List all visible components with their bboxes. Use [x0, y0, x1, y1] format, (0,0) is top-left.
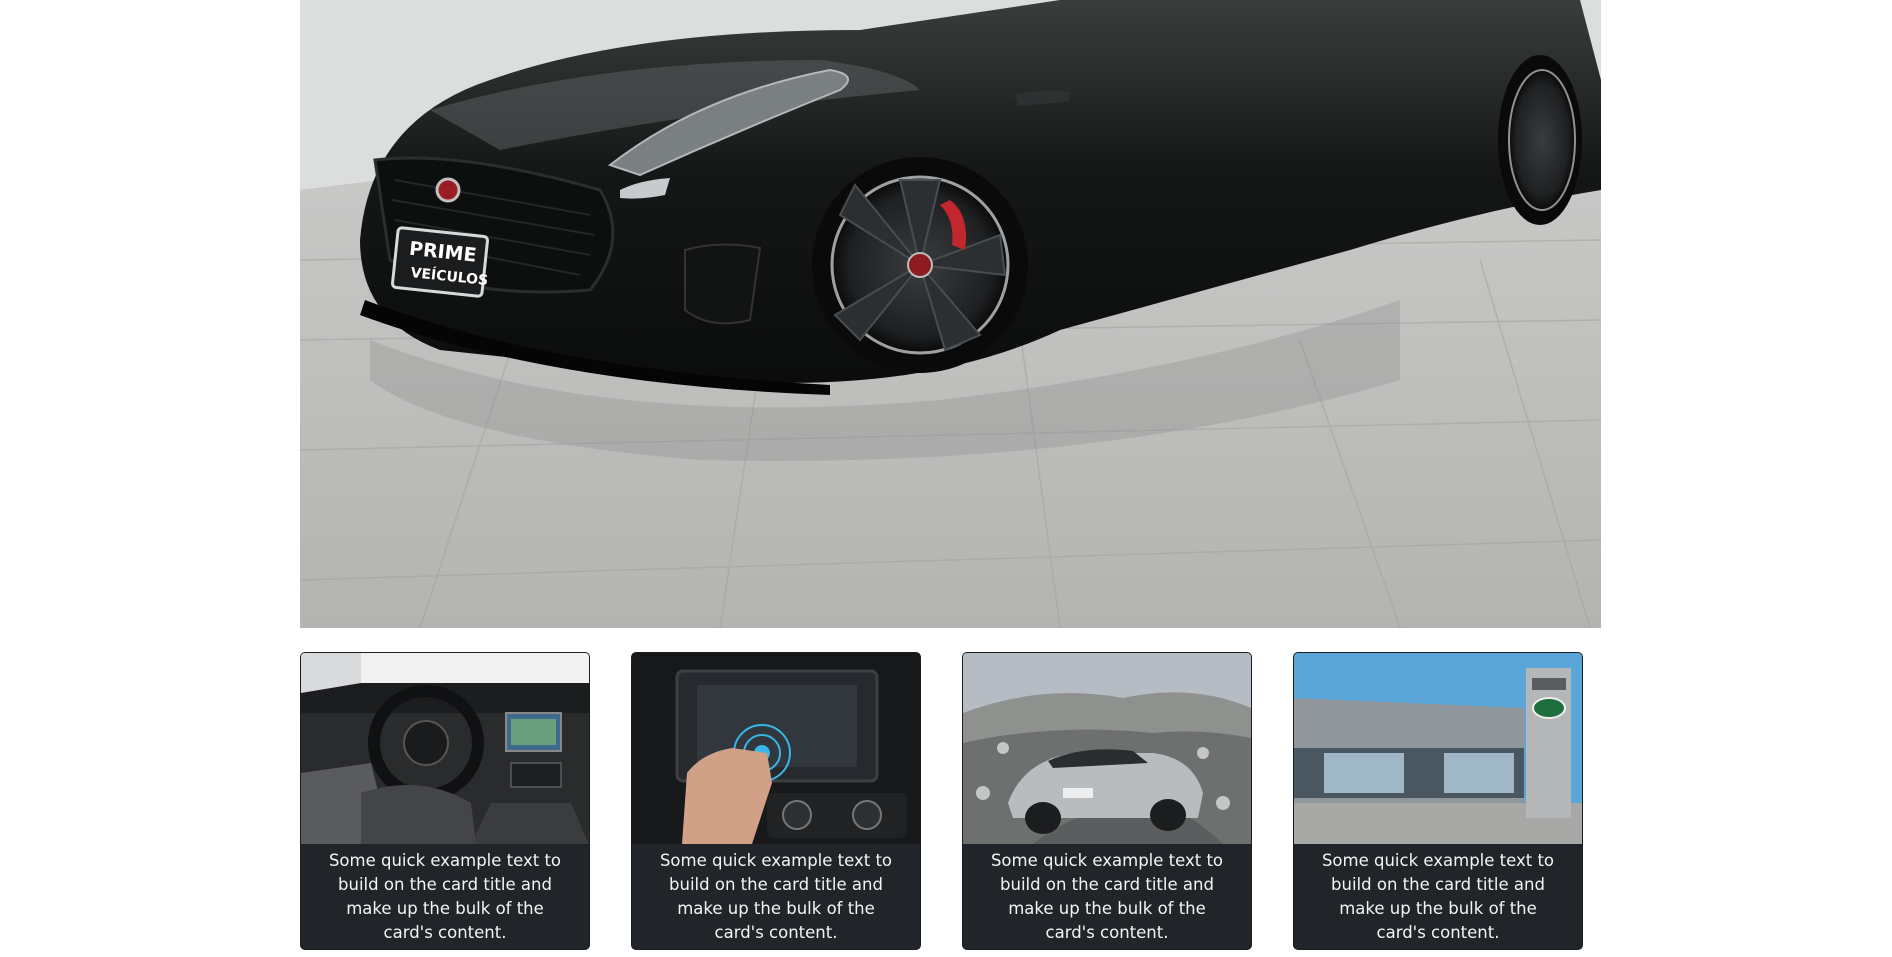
jaguar-landrover-dealership-image: [1294, 653, 1582, 844]
card-interior[interactable]: Some quick example text to build on the …: [300, 652, 590, 950]
card-text: Some quick example text to build on the …: [1321, 850, 1555, 942]
card-dealership[interactable]: Some quick example text to build on the …: [1293, 652, 1583, 950]
card-image-dealership: [1294, 653, 1582, 844]
car-interior-dashboard-image: [301, 653, 589, 844]
card-text: Some quick example text to build on the …: [659, 850, 893, 942]
card-text: Some quick example text to build on the …: [328, 850, 562, 942]
card-image-interior: [301, 653, 589, 844]
card-body: Some quick example text to build on the …: [301, 844, 589, 949]
card-body: Some quick example text to build on the …: [963, 844, 1251, 949]
card-body: Some quick example text to build on the …: [1294, 844, 1582, 949]
card-image-coupe: [963, 653, 1251, 844]
silver-coupe-landscape-image: [963, 653, 1251, 844]
card-row: Some quick example text to build on the …: [300, 652, 1601, 952]
card-touchscreen[interactable]: Some quick example text to build on the …: [631, 652, 921, 950]
hero-image: PRIME VEÍCULOS: [300, 0, 1601, 628]
hero-car-illustration: PRIME VEÍCULOS: [300, 0, 1601, 628]
card-text: Some quick example text to build on the …: [990, 850, 1224, 942]
card-coupe[interactable]: Some quick example text to build on the …: [962, 652, 1252, 950]
touchscreen-infotainment-image: [632, 653, 920, 844]
card-body: Some quick example text to build on the …: [632, 844, 920, 949]
card-image-touchscreen: [632, 653, 920, 844]
